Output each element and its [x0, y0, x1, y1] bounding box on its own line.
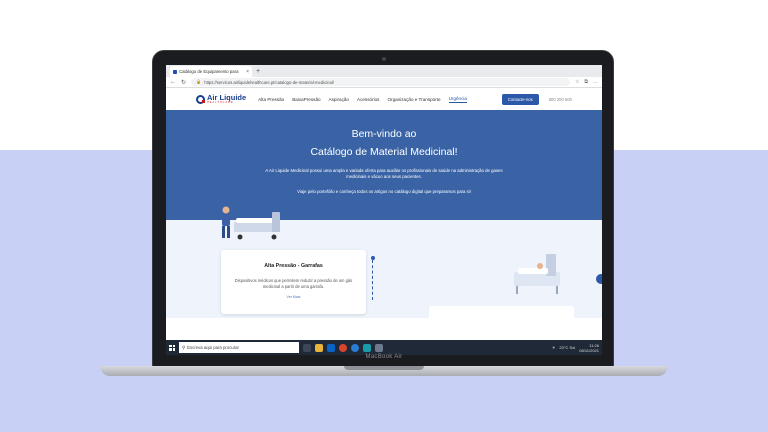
tab-title: Catálogo de Equipamento para — [179, 69, 239, 74]
url-text: https://servicos.airliquidehealthcare.pt… — [204, 79, 334, 85]
contact-button[interactable]: Contacte-nos — [501, 93, 539, 105]
taskbar-search-box[interactable]: ⚲ Escreva aqui para procurar — [179, 342, 299, 353]
weather-text[interactable]: 20°C Sol — [559, 345, 575, 350]
product-card-alta-pressao[interactable]: Alta Pressão - Garrafas Dispositivos méd… — [221, 250, 366, 314]
hero-banner: Bem-vindo ao Catálogo de Material Medici… — [166, 110, 602, 220]
weather-icon: ☀ — [551, 345, 556, 350]
site-header: Air Liquide HEALTHCARE Alta Pressão Baix… — [166, 88, 602, 110]
windows-taskbar: ⚲ Escreva aqui para procurar ☀ 20°C Sol … — [166, 340, 602, 355]
menu-item-aspiracao[interactable]: Aspiração — [329, 97, 349, 102]
clock-date: 08/11/2021 — [579, 347, 599, 353]
back-icon[interactable]: ← — [170, 79, 176, 85]
main-menu: Alta Pressão BaixaPressão Aspiração Aces… — [258, 96, 467, 103]
mail-icon[interactable] — [327, 343, 335, 352]
hero-title-line2: Catálogo de Material Medicinal! — [310, 146, 458, 158]
windows-start-icon[interactable] — [169, 344, 175, 351]
lock-icon: 🔒 — [196, 79, 202, 84]
nurse-bed-illustration — [222, 206, 280, 240]
chat-bubble-icon[interactable] — [596, 274, 602, 284]
content-area: Alta Pressão - Garrafas Dispositivos méd… — [166, 206, 602, 326]
task-view-icon[interactable] — [303, 343, 311, 352]
taskbar-search-placeholder: Escreva aqui para procurar — [187, 345, 239, 350]
card-description: Dispositivos médicos que permitem reduzi… — [234, 278, 353, 289]
card-more-link[interactable]: Ver Mais — [221, 295, 366, 299]
chrome-icon[interactable] — [339, 343, 347, 352]
system-tray: ☀ 20°C Sol 11:26 08/11/2021 — [552, 343, 602, 353]
menu-item-organizacao[interactable]: Organização e Transporte — [387, 97, 440, 102]
tab-close-icon[interactable]: × — [246, 69, 249, 75]
taskbar-clock[interactable]: 11:26 08/11/2021 — [579, 343, 599, 353]
phone-number[interactable]: 800 200 500 — [549, 97, 572, 102]
favorites-icon[interactable]: ☆ — [575, 79, 579, 85]
search-icon: ⚲ — [182, 344, 186, 350]
patient-bed-illustration — [514, 254, 560, 294]
photos-icon[interactable] — [375, 343, 383, 352]
url-field[interactable]: 🔒 https://servicos.airliquidehealthcare.… — [191, 78, 570, 86]
more-icon[interactable]: … — [593, 79, 598, 85]
product-card-2[interactable] — [429, 306, 574, 326]
airliquide-logo[interactable]: Air Liquide HEALTHCARE — [196, 94, 246, 104]
address-bar: ← ↻ 🔒 https://servicos.airliquidehealthc… — [166, 77, 602, 88]
laptop-screen: Catálogo de Equipamento para × + ← ↻ 🔒 h… — [166, 65, 602, 355]
app-icon[interactable] — [363, 343, 371, 352]
file-explorer-icon[interactable] — [315, 343, 323, 352]
timeline-dashed-line — [372, 260, 373, 300]
hero-paragraph-1: A Air Liquide Medicinal possui uma ampla… — [265, 168, 503, 179]
browser-tab-bar: Catálogo de Equipamento para × + — [166, 65, 602, 77]
hero-paragraph-2: Viaje pelo portefólio e conheça todos os… — [297, 189, 471, 194]
hero-title-line1: Bem-vindo ao — [351, 128, 417, 140]
favicon-icon — [173, 69, 177, 74]
new-tab-button[interactable]: + — [256, 67, 260, 77]
laptop-notch — [344, 366, 424, 370]
menu-item-baixa-pressao[interactable]: BaixaPressão — [292, 97, 320, 102]
laptop-brand-label: MacBook Air — [365, 354, 403, 360]
laptop-lid: Catálogo de Equipamento para × + ← ↻ 🔒 h… — [152, 50, 614, 367]
edge-icon[interactable] — [351, 343, 359, 352]
menu-item-acessorios[interactable]: Acessórios — [357, 97, 379, 102]
camera — [382, 57, 386, 61]
collections-icon[interactable]: ⧉ — [584, 79, 588, 85]
logo-name: Air Liquide — [207, 93, 247, 102]
reload-icon[interactable]: ↻ — [181, 79, 186, 86]
logo-mark-icon — [196, 94, 205, 104]
menu-item-urgencia[interactable]: Urgência — [448, 96, 467, 103]
laptop-base — [100, 366, 668, 376]
card-title: Alta Pressão - Garrafas — [264, 263, 323, 269]
browser-tab[interactable]: Catálogo de Equipamento para × — [170, 66, 252, 77]
menu-item-alta-pressao[interactable]: Alta Pressão — [258, 97, 284, 102]
